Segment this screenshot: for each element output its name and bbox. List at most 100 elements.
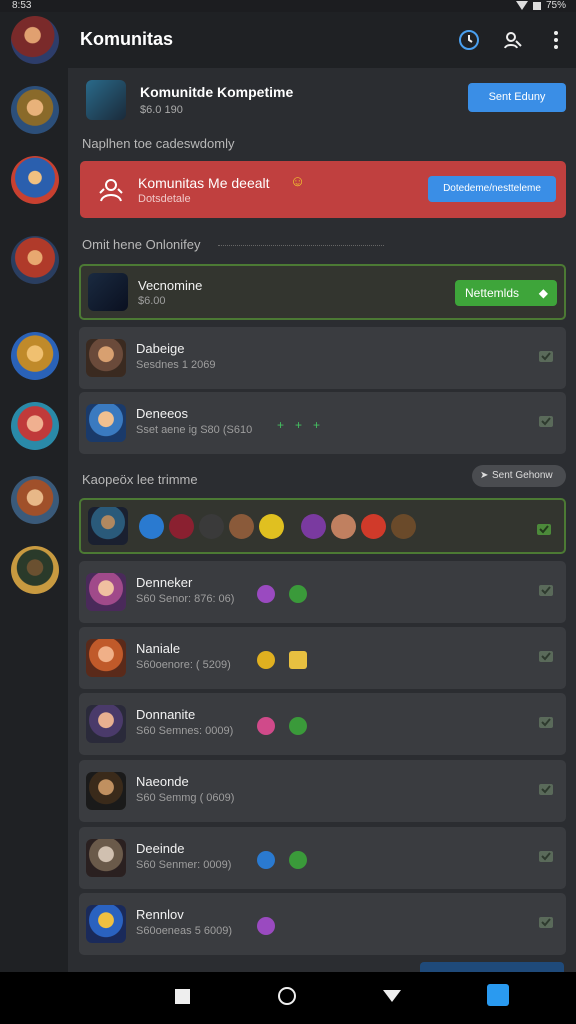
featured-name: Vecnomine: [138, 278, 203, 293]
app-header: Komunitas: [68, 12, 576, 68]
member-sub: S60 Senor: 876: 06): [136, 593, 235, 605]
channel-content: Komunitde Kompetime $6.0 190 Sent Eduny …: [68, 68, 576, 972]
list-item[interactable]: Naniale S60oenore: ( 5209): [79, 627, 566, 689]
list-item[interactable]: Dabeige Sesdnes 1 2069: [79, 327, 566, 389]
member-sub: S60oeneas 5 6009): [136, 925, 233, 937]
alert-banner: Komunitas Me deealt ☺ Dotsdetale Dotedem…: [80, 161, 566, 218]
member-name: Deeinde: [136, 841, 185, 856]
member-name: Dabeige: [136, 341, 185, 356]
emote-icon[interactable]: [331, 514, 356, 539]
members-icon[interactable]: [501, 28, 525, 52]
emote-card-thumbnail: [88, 507, 128, 545]
server-avatar-7[interactable]: [11, 476, 59, 524]
bottom-bar-accent: [420, 962, 564, 972]
recents-icon[interactable]: [175, 989, 190, 1004]
server-avatar-6[interactable]: [11, 402, 59, 450]
app-switch-icon[interactable]: [487, 984, 509, 1006]
server-avatar-8[interactable]: [11, 546, 59, 594]
featured-action-button[interactable]: Nettemlds ◆: [455, 280, 557, 306]
member-name: Deneeos: [136, 406, 189, 421]
divider: [218, 245, 384, 246]
check-badge-icon: [289, 717, 307, 735]
battery-level: 75%: [545, 0, 566, 11]
shield-icon: [257, 851, 275, 869]
check-icon[interactable]: [538, 649, 554, 663]
list-item[interactable]: Denneker S60 Senor: 876: 06): [79, 561, 566, 623]
send-icon: ➤: [480, 470, 489, 481]
gem-icon: [257, 585, 275, 603]
alert-action-button[interactable]: Dotedeme/nestteleme: [428, 176, 556, 202]
check-icon[interactable]: [538, 782, 554, 796]
member-avatar: [86, 839, 126, 877]
emote-icon[interactable]: [259, 514, 284, 539]
send-button[interactable]: Sent Eduny: [468, 83, 566, 112]
crown-icon: [289, 651, 307, 669]
emote-icon[interactable]: [199, 514, 224, 539]
member-avatar: [86, 639, 126, 677]
community-alert-icon: [99, 179, 123, 202]
member-sub: S60 Semmg ( 0609): [136, 792, 235, 804]
community-sub: $6.0 190: [140, 104, 183, 116]
featured-card[interactable]: Vecnomine $6.00 Nettemlds ◆: [79, 264, 566, 320]
member-avatar: [86, 905, 126, 943]
send-button-label: Sent Eduny: [488, 91, 546, 103]
system-nav-bar: [0, 972, 576, 1024]
emote-icon[interactable]: [139, 514, 164, 539]
check-icon[interactable]: [538, 715, 554, 729]
plus-icons: +++: [277, 418, 332, 432]
star-icon: [257, 717, 275, 735]
emote-icon[interactable]: [301, 514, 326, 539]
alert-title: Komunitas Me deealt: [138, 175, 270, 191]
check-icon[interactable]: [538, 915, 554, 929]
back-icon[interactable]: [383, 990, 401, 1002]
member-name: Naniale: [136, 641, 181, 656]
community-name: Komunitde Kompetime: [140, 84, 294, 100]
emote-icon[interactable]: [361, 514, 386, 539]
list-item[interactable]: Deneeos Sset aene ig S80 (S610 +++: [79, 392, 566, 454]
member-avatar: [86, 339, 126, 377]
diamond-icon: ◆: [538, 286, 548, 300]
home-icon[interactable]: [278, 987, 296, 1005]
member-sub: Sset aene ig S80 (S610: [136, 424, 253, 436]
signal-icon: [532, 1, 541, 10]
check-icon[interactable]: [538, 349, 554, 363]
check-icon[interactable]: [538, 849, 554, 863]
member-sub: Sesdnes 1 2069: [136, 359, 216, 371]
member-badges: [257, 585, 307, 603]
check-icon[interactable]: [536, 522, 552, 536]
status-time: 8:53: [12, 0, 32, 11]
emote-icon[interactable]: [229, 514, 254, 539]
list-item[interactable]: Rennlov S60oeneas 5 6009): [79, 893, 566, 955]
member-avatar: [86, 404, 126, 442]
more-vertical-icon[interactable]: [544, 28, 568, 52]
check-badge-icon: [289, 851, 307, 869]
member-sub: S60 Semnes: 0009): [136, 725, 234, 737]
member-badges: [257, 651, 307, 669]
list-item[interactable]: Naeonde S60 Semmg ( 0609): [79, 760, 566, 822]
featured-action-label: Nettemlds: [465, 286, 520, 300]
check-icon[interactable]: [538, 414, 554, 428]
server-avatar-1[interactable]: [11, 16, 59, 64]
clock-icon[interactable]: [457, 28, 481, 52]
list-item[interactable]: Donnanite S60 Semnes: 0009): [79, 693, 566, 755]
emote-card[interactable]: [79, 498, 566, 554]
section-label-2: Omit hene Onlonifey: [82, 237, 201, 252]
send-group-button[interactable]: ➤ Sent Gehonw: [472, 465, 566, 487]
server-avatar-2[interactable]: [11, 86, 59, 134]
server-avatar-5[interactable]: [11, 332, 59, 380]
emote-icon[interactable]: [169, 514, 194, 539]
member-sub: S60oenore: ( 5209): [136, 659, 231, 671]
send-group-label: Sent Gehonw: [492, 470, 553, 481]
server-avatar-4[interactable]: [11, 236, 59, 284]
member-name: Denneker: [136, 575, 193, 590]
smile-icon: [257, 651, 275, 669]
server-avatar-3[interactable]: [11, 156, 59, 204]
member-avatar: [86, 573, 126, 611]
member-sub: S60 Senmer: 0009): [136, 859, 232, 871]
status-bar: 8:53 75%: [0, 0, 576, 12]
emoji-icon: ☺: [290, 173, 306, 190]
check-icon[interactable]: [538, 583, 554, 597]
emote-icon[interactable]: [391, 514, 416, 539]
list-item[interactable]: Deeinde S60 Senmer: 0009): [79, 827, 566, 889]
alert-action-label: Dotedeme/nestteleme: [443, 183, 541, 194]
